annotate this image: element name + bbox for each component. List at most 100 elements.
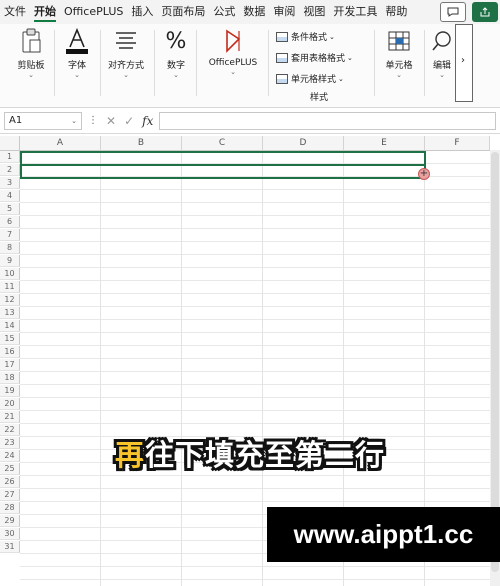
- select-all-button[interactable]: [0, 136, 20, 151]
- column-header-e[interactable]: E: [344, 136, 425, 151]
- row-header[interactable]: 1: [0, 151, 20, 163]
- officeplus-icon: [219, 26, 247, 56]
- ribbon-expand-button[interactable]: ›: [455, 24, 473, 102]
- excel-window: 文件 开始 OfficePLUS 插入 页面布局 公式 数据 审阅 视图 开发工…: [0, 0, 500, 586]
- table-format-button[interactable]: 套用表格格式 ⌄: [276, 51, 353, 64]
- divider: [100, 30, 101, 96]
- row-header[interactable]: 18: [0, 372, 20, 384]
- fill-handle[interactable]: +: [418, 168, 430, 180]
- align-icon: [113, 26, 139, 56]
- row-header[interactable]: 11: [0, 281, 20, 293]
- cell-style-icon: [276, 73, 288, 84]
- row-header[interactable]: 3: [0, 177, 20, 189]
- row-header[interactable]: 31: [0, 541, 20, 553]
- divider: [154, 30, 155, 96]
- menu-data[interactable]: 数据: [239, 0, 269, 24]
- editing-button[interactable]: 编辑 ⌄: [430, 26, 454, 79]
- divider: [374, 30, 375, 96]
- row-header[interactable]: 15: [0, 333, 20, 345]
- row-header[interactable]: 4: [0, 190, 20, 202]
- insert-function-icon[interactable]: fx: [142, 114, 153, 128]
- officeplus-button[interactable]: OfficePLUS ⌄: [204, 26, 262, 76]
- divider: [54, 30, 55, 96]
- fill-range-row-2[interactable]: [20, 164, 426, 179]
- clipboard-icon: [19, 26, 43, 56]
- row-header[interactable]: 12: [0, 294, 20, 306]
- column-header-d[interactable]: D: [263, 136, 344, 151]
- number-format-button[interactable]: % 数字 ⌄: [162, 26, 190, 80]
- menu-formulas[interactable]: 公式: [209, 0, 239, 24]
- chevron-down-icon: ⌄: [439, 71, 445, 79]
- chevron-down-icon[interactable]: ⌄: [71, 117, 77, 125]
- column-header-b[interactable]: B: [101, 136, 182, 151]
- menu-file[interactable]: 文件: [0, 0, 30, 24]
- row-header[interactable]: 29: [0, 515, 20, 527]
- formula-input[interactable]: [159, 111, 496, 130]
- name-box[interactable]: A1 ⌄: [4, 111, 82, 130]
- menu-review[interactable]: 审阅: [269, 0, 299, 24]
- chevron-down-icon: ⌄: [74, 71, 80, 79]
- row-header[interactable]: 8: [0, 242, 20, 254]
- row-header[interactable]: 28: [0, 502, 20, 514]
- conditional-format-icon: [276, 31, 288, 42]
- row-header[interactable]: 14: [0, 320, 20, 332]
- row-header[interactable]: 7: [0, 229, 20, 241]
- percent-icon: %: [165, 28, 187, 54]
- conditional-format-button[interactable]: 条件格式 ⌄: [276, 30, 335, 43]
- column-header-f[interactable]: F: [425, 136, 490, 151]
- column-header-a[interactable]: A: [20, 136, 101, 151]
- divider: [196, 30, 197, 96]
- row-header[interactable]: 10: [0, 268, 20, 280]
- chevron-down-icon: ⌄: [123, 71, 129, 79]
- cells-button[interactable]: 单元格 ⌄: [380, 26, 418, 79]
- row-header[interactable]: 13: [0, 307, 20, 319]
- chevron-right-icon: ›: [461, 55, 465, 66]
- share-icon[interactable]: [472, 2, 498, 22]
- divider: [424, 30, 425, 96]
- divider: [268, 30, 269, 96]
- alignment-button[interactable]: 对齐方式 ⌄: [106, 26, 146, 79]
- row-header[interactable]: 30: [0, 528, 20, 540]
- row-header[interactable]: 2: [0, 164, 20, 176]
- row-header[interactable]: 26: [0, 476, 20, 488]
- chevron-down-icon: ⌄: [329, 32, 335, 41]
- formula-bar: A1 ⌄ ⋮ ✕ ✓ fx: [0, 108, 500, 134]
- menu-bar: 文件 开始 OfficePLUS 插入 页面布局 公式 数据 审阅 视图 开发工…: [0, 0, 500, 24]
- more-options-icon[interactable]: ⋮: [88, 115, 98, 126]
- styles-group-label: 样式: [310, 93, 329, 103]
- chevron-down-icon: ⌄: [230, 68, 236, 76]
- row-header[interactable]: 16: [0, 346, 20, 358]
- comment-icon[interactable]: [440, 2, 466, 22]
- chevron-down-icon: ⌄: [347, 53, 353, 62]
- font-color-icon: [64, 26, 90, 56]
- video-caption: 再往下填充至第二行: [114, 438, 386, 472]
- row-header[interactable]: 9: [0, 255, 20, 267]
- menu-officeplus[interactable]: OfficePLUS: [60, 0, 127, 24]
- menu-developer[interactable]: 开发工具: [329, 0, 381, 24]
- menu-page-layout[interactable]: 页面布局: [157, 0, 209, 24]
- row-header[interactable]: 6: [0, 216, 20, 228]
- menu-view[interactable]: 视图: [299, 0, 329, 24]
- chevron-down-icon: ⌄: [173, 71, 179, 79]
- column-header-c[interactable]: C: [182, 136, 263, 151]
- ribbon: 剪贴板 ⌄ 字体 ⌄ 对齐方式 ⌄ % 数字 ⌄ OfficePLUS ⌄ 条件…: [0, 24, 500, 108]
- cancel-icon[interactable]: ✕: [106, 114, 116, 128]
- font-button[interactable]: 字体 ⌄: [62, 26, 92, 79]
- clipboard-button[interactable]: 剪贴板 ⌄: [14, 26, 48, 79]
- row-header[interactable]: 27: [0, 489, 20, 501]
- confirm-icon[interactable]: ✓: [124, 114, 134, 128]
- row-header[interactable]: 19: [0, 385, 20, 397]
- row-header[interactable]: 5: [0, 203, 20, 215]
- chevron-down-icon: ⌄: [396, 71, 402, 79]
- menu-home[interactable]: 开始: [30, 0, 60, 24]
- row-header[interactable]: 20: [0, 398, 20, 410]
- cell-style-button[interactable]: 单元格样式 ⌄: [276, 72, 344, 85]
- chevron-down-icon: ⌄: [28, 71, 34, 79]
- search-icon: [431, 26, 453, 56]
- chevron-down-icon: ⌄: [338, 74, 344, 83]
- watermark: www.aippt1.cc: [267, 507, 500, 562]
- row-header[interactable]: 21: [0, 411, 20, 423]
- menu-help[interactable]: 帮助: [381, 0, 411, 24]
- menu-insert[interactable]: 插入: [127, 0, 157, 24]
- row-header[interactable]: 17: [0, 359, 20, 371]
